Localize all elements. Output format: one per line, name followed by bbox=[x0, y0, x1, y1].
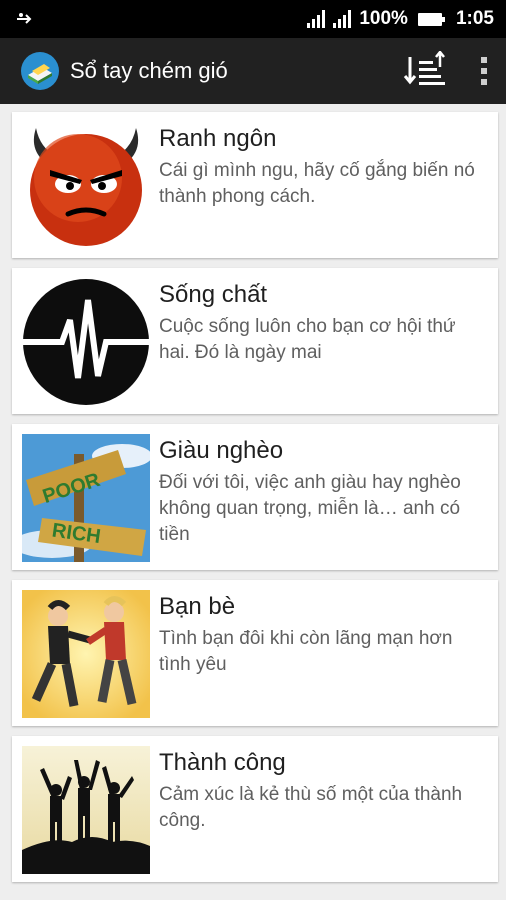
poor-rich-sign-image: POOR RICH bbox=[22, 434, 150, 562]
item-description: Cuộc sống luôn cho bạn cơ hội thứ hai. Đ… bbox=[159, 316, 456, 363]
signal-icon bbox=[307, 10, 326, 28]
app-bar: Sổ tay chém gió bbox=[0, 38, 506, 104]
success-silhouette-image bbox=[22, 746, 150, 874]
friends-image bbox=[22, 590, 150, 718]
list-item[interactable]: Sống chất Cuộc sống luôn cho bạn cơ hội … bbox=[12, 268, 498, 414]
devil-face-icon bbox=[22, 122, 150, 250]
item-description: Đối với tôi, việc anh giàu hay nghèo khô… bbox=[159, 472, 461, 545]
item-title: Sống chất bbox=[159, 281, 268, 308]
list-item[interactable]: Bạn bè Tình bạn đôi khi còn lãng mạn hơn… bbox=[12, 580, 498, 726]
heartbeat-icon bbox=[22, 278, 150, 406]
sort-icon[interactable] bbox=[402, 51, 446, 91]
category-list: Ranh ngôn Cái gì mình ngu, hãy cố gắng b… bbox=[0, 104, 506, 882]
item-title: Ranh ngôn bbox=[159, 125, 277, 152]
item-title: Giàu nghèo bbox=[159, 437, 284, 464]
status-bar: 100% 1:05 bbox=[0, 0, 506, 38]
list-item[interactable]: Thành công Cảm xúc là kẻ thù số một của … bbox=[12, 736, 498, 882]
item-description: Cái gì mình ngu, hãy cố gắng biến nó thà… bbox=[159, 160, 475, 207]
usb-icon bbox=[17, 13, 32, 24]
clock: 1:05 bbox=[455, 8, 494, 29]
app-title: Sổ tay chém gió bbox=[70, 58, 228, 83]
signal-icon-2 bbox=[333, 10, 352, 28]
item-description: Tình bạn đôi khi còn lãng mạn hơn tình y… bbox=[159, 628, 453, 675]
battery-icon bbox=[417, 12, 445, 26]
item-description: Cảm xúc là kẻ thù số một của thành công. bbox=[159, 784, 463, 831]
overflow-menu-icon[interactable] bbox=[480, 57, 488, 85]
list-item[interactable]: Ranh ngôn Cái gì mình ngu, hãy cố gắng b… bbox=[12, 112, 498, 258]
battery-percent: 100% bbox=[359, 8, 408, 29]
item-title: Bạn bè bbox=[159, 593, 236, 620]
book-icon bbox=[21, 52, 59, 90]
list-item[interactable]: POOR RICH Giàu nghèo Đối với tôi, việc a… bbox=[12, 424, 498, 570]
item-title: Thành công bbox=[159, 749, 286, 776]
